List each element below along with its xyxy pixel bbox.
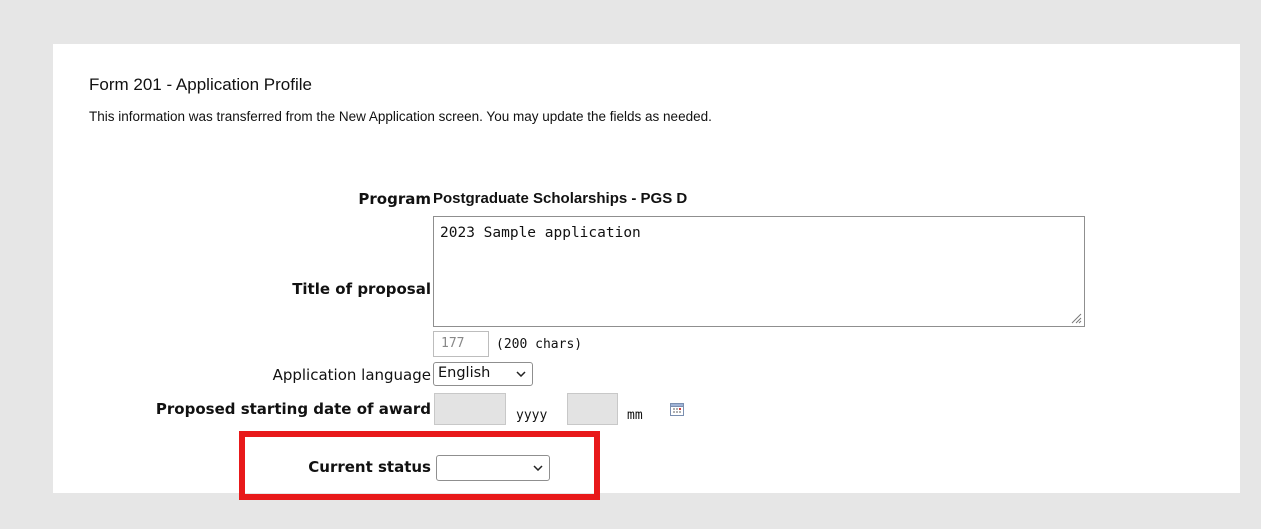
proposal-title-textarea[interactable]: 2023 Sample application	[433, 216, 1085, 327]
program-label: Program	[358, 190, 431, 208]
application-language-select[interactable]: English	[433, 362, 533, 386]
chevron-down-icon	[516, 371, 526, 377]
application-language-value: English	[438, 365, 491, 381]
char-counter-field: 177	[433, 331, 489, 357]
month-unit-label: mm	[627, 408, 643, 423]
start-date-label: Proposed starting date of award	[155, 400, 431, 418]
year-unit-label: yyyy	[516, 408, 548, 423]
char-limit-text: (200 chars)	[496, 337, 583, 352]
start-year-input[interactable]	[434, 393, 506, 425]
calendar-icon[interactable]	[670, 402, 684, 416]
program-value: Postgraduate Scholarships - PGS D	[433, 190, 688, 207]
form-panel: Form 201 - Application Profile This info…	[53, 44, 1240, 493]
application-language-label: Application language	[272, 366, 431, 384]
highlight-box	[239, 431, 600, 500]
resize-grip-icon[interactable]	[1070, 312, 1082, 324]
form-intro-text: This information was transferred from th…	[89, 109, 712, 124]
proposal-title-text: 2023 Sample application	[440, 225, 641, 241]
form-title: Form 201 - Application Profile	[89, 75, 312, 94]
proposal-title-label: Title of proposal	[292, 280, 431, 298]
start-month-input[interactable]	[567, 393, 618, 425]
